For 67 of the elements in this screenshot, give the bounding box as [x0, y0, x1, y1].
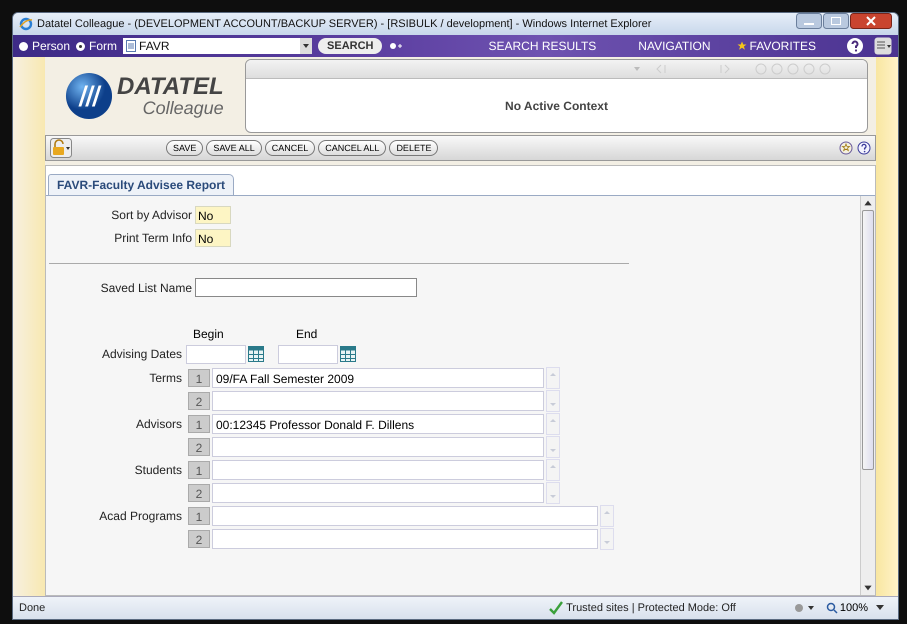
- toolbar-button[interactable]: CANCEL ALL: [318, 140, 386, 156]
- form-tab[interactable]: FAVR-Faculty Advisee Report: [48, 174, 234, 195]
- list-field[interactable]: 09/FA Fall Semester 2009: [212, 368, 544, 388]
- document-icon: [126, 40, 136, 52]
- list-field[interactable]: [212, 391, 544, 411]
- toolbar-button[interactable]: CANCEL: [264, 140, 316, 156]
- field-label: Sort by Advisor: [110, 208, 192, 222]
- toolbar-button[interactable]: SAVE: [166, 140, 204, 156]
- minimize-icon[interactable]: [796, 13, 822, 29]
- help-icon[interactable]: [846, 37, 864, 55]
- list-field[interactable]: [212, 460, 544, 480]
- help-icon[interactable]: [857, 141, 871, 155]
- yes-no-field[interactable]: No: [195, 228, 231, 246]
- list-field[interactable]: [212, 483, 544, 503]
- field-label: Saved List Name: [100, 280, 192, 294]
- field-label: Students: [134, 463, 182, 477]
- scrollbar[interactable]: [860, 196, 875, 595]
- toolbar-button[interactable]: SAVE ALL: [206, 140, 262, 156]
- row-number: 2: [188, 438, 210, 456]
- maximize-icon[interactable]: [823, 13, 849, 29]
- zoom-icon: [826, 602, 838, 614]
- form-field[interactable]: FAVR: [123, 38, 312, 54]
- field-label: Advising Dates: [100, 347, 182, 361]
- row-number: 1: [188, 369, 210, 387]
- mode-radio[interactable]: Form: [76, 39, 118, 53]
- column-label: Begin: [192, 327, 225, 341]
- list-field[interactable]: [212, 506, 598, 526]
- date-field[interactable]: [186, 344, 246, 364]
- check-icon: [549, 601, 564, 615]
- row-number: 1: [188, 461, 210, 479]
- field-label: Print Term Info: [113, 230, 192, 244]
- row-number: 1: [188, 415, 210, 433]
- list-field[interactable]: [212, 437, 544, 457]
- close-icon[interactable]: [850, 13, 892, 29]
- context-message: No Active Context: [505, 98, 608, 112]
- status-text: Done: [19, 602, 46, 614]
- favorites-link[interactable]: FAVORITES: [746, 39, 836, 53]
- row-number: 2: [188, 530, 210, 548]
- nav-link[interactable]: SEARCH RESULTS: [472, 39, 612, 53]
- calendar-icon[interactable]: [248, 346, 264, 362]
- row-number: 2: [188, 484, 210, 502]
- column-label: End: [295, 327, 318, 341]
- list-field[interactable]: 00:12345 Professor Donald F. Dillens: [212, 414, 544, 434]
- menu-icon[interactable]: [874, 37, 892, 55]
- yes-no-field[interactable]: No: [195, 206, 231, 224]
- mode-radio[interactable]: Person: [19, 39, 70, 53]
- list-field[interactable]: [212, 529, 598, 549]
- dropdown-icon[interactable]: [876, 605, 884, 611]
- security-zone[interactable]: Trusted sites | Protected Mode: Off: [566, 602, 736, 614]
- advanced-search-icon[interactable]: [388, 41, 402, 51]
- saved-list-name-field[interactable]: [195, 278, 417, 297]
- browser-icon: [19, 17, 33, 31]
- row-number: 1: [188, 507, 210, 525]
- zoom-control[interactable]: 100%: [826, 602, 868, 614]
- nav-link[interactable]: NAVIGATION: [622, 39, 727, 53]
- search-button[interactable]: SEARCH: [318, 38, 382, 54]
- row-number: 2: [188, 392, 210, 410]
- field-label: Terms: [148, 371, 182, 385]
- logo-drawing: DATATEL Colleague: [65, 72, 235, 120]
- field-label: Advisors: [134, 417, 182, 431]
- field-label: Acad Programs: [98, 509, 182, 523]
- calendar-icon[interactable]: [340, 346, 356, 362]
- date-field[interactable]: [278, 344, 338, 364]
- star-icon: [736, 41, 747, 51]
- window-title: Datatel Colleague - (DEVELOPMENT ACCOUNT/BACKUP SERVER) - [RSIBULK / development] - Windows Internet Explorer: [37, 18, 652, 30]
- dropdown-icon[interactable]: [300, 38, 312, 54]
- toolbar-button[interactable]: DELETE: [389, 140, 438, 156]
